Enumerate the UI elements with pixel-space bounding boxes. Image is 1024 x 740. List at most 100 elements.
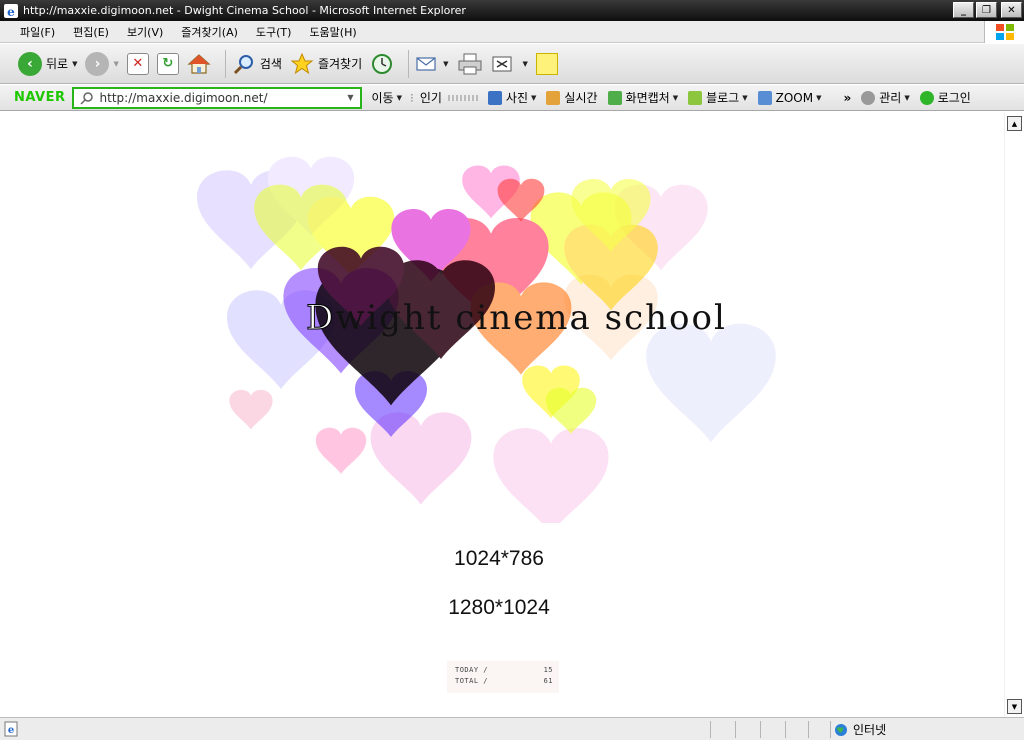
resolution-link-1280[interactable]: 1280*1024 — [399, 596, 599, 620]
history-icon — [372, 53, 393, 74]
menu-edit[interactable]: 편집(E) — [73, 24, 109, 40]
gear-icon — [861, 90, 876, 105]
forward-dropdown-icon[interactable]: ▼ — [113, 60, 118, 68]
stop-button[interactable]: ✕ — [126, 52, 149, 75]
forward-arrow-icon: › — [85, 51, 110, 76]
popular-ticker — [447, 94, 478, 101]
realtime-button[interactable]: 실시간 — [546, 89, 598, 106]
history-button[interactable] — [370, 52, 394, 76]
restore-button[interactable]: ❐ — [976, 2, 997, 18]
total-value: 61 — [543, 677, 553, 685]
scroll-up-button[interactable]: ▲ — [1007, 116, 1022, 131]
popular-button[interactable]: ⁝ 인기 — [410, 89, 478, 106]
chevron-down-icon: ▼ — [531, 93, 537, 102]
status-cell — [830, 720, 831, 738]
total-label: TOTAL / — [455, 677, 489, 685]
status-cell — [735, 720, 736, 738]
chevron-down-icon: ▼ — [816, 93, 822, 102]
title-bar: e http://maxxie.digimoon.net - Dwight Ci… — [0, 0, 1024, 21]
popular-label: 인기 — [419, 91, 442, 105]
blog-button[interactable]: 블로그 ▼ — [688, 89, 748, 106]
counter-total-row: TOTAL / 61 — [447, 674, 559, 685]
printer-icon — [458, 53, 482, 74]
login-button[interactable]: 로그인 — [919, 89, 971, 106]
menu-favorites[interactable]: 즐겨찾기(A) — [181, 24, 238, 40]
toolbar-separator — [224, 49, 226, 78]
login-icon — [919, 90, 934, 105]
forward-button[interactable]: › ▼ — [85, 51, 119, 76]
search-button[interactable]: 검색 — [232, 52, 282, 76]
magnifier-icon — [79, 91, 93, 105]
svg-text:e: e — [8, 725, 14, 736]
sticky-note-icon — [535, 52, 558, 75]
favorites-label: 즐겨찾기 — [317, 57, 363, 71]
more-button[interactable]: » — [843, 91, 851, 105]
menu-tools[interactable]: 도구(T) — [256, 24, 292, 40]
refresh-icon: ↻ — [156, 52, 179, 75]
back-label: 뒤로 — [46, 57, 69, 71]
menu-help[interactable]: 도움말(H) — [309, 24, 356, 40]
menu-file[interactable]: 파일(F) — [20, 24, 55, 40]
menu-bar: 파일(F) 편집(E) 보기(V) 즐겨찾기(A) 도구(T) 도움말(H) — [0, 21, 1024, 43]
stop-icon: ✕ — [126, 52, 149, 75]
move-label: 이동 — [371, 91, 394, 105]
capture-icon — [607, 90, 622, 105]
security-zone: 인터넷 — [834, 721, 886, 738]
address-dropdown-icon[interactable]: ▼ — [347, 93, 353, 102]
status-cell — [760, 720, 761, 738]
status-cell — [785, 720, 786, 738]
minimize-button[interactable]: _ — [953, 2, 974, 18]
search-icon — [233, 54, 253, 74]
login-label: 로그인 — [937, 91, 971, 105]
vertical-scrollbar[interactable]: ▲ ▼ — [1004, 113, 1023, 717]
edit-dropdown-icon[interactable]: ▼ — [523, 60, 528, 68]
globe-icon — [835, 723, 847, 736]
search-label: 검색 — [259, 57, 282, 71]
back-button[interactable]: ‹ 뒤로 ▼ — [18, 51, 77, 76]
zoom-label: ZOOM — [775, 90, 814, 105]
close-button[interactable]: ✕ — [1001, 2, 1022, 18]
edit-button[interactable]: ▼ — [491, 54, 528, 74]
resolution-link-1024[interactable]: 1024*786 — [399, 547, 599, 571]
photo-button[interactable]: 사진 ▼ — [487, 89, 537, 106]
mail-dropdown-icon[interactable]: ▼ — [443, 60, 448, 68]
print-button[interactable] — [457, 52, 483, 76]
status-cell — [710, 720, 711, 738]
back-arrow-icon: ‹ — [18, 51, 42, 76]
address-bar[interactable]: http://maxxie.digimoon.net/ ▼ — [71, 86, 362, 109]
ie-icon: e — [4, 3, 18, 19]
capture-label: 화면캡처 — [625, 91, 670, 105]
back-dropdown-icon[interactable]: ▼ — [72, 60, 77, 68]
refresh-button[interactable]: ↻ — [156, 52, 179, 75]
zoom-icon — [757, 90, 772, 105]
star-icon — [290, 52, 314, 74]
naver-logo[interactable]: NAVER — [14, 90, 66, 105]
windows-logo-icon — [984, 21, 1024, 43]
notes-button[interactable] — [535, 52, 558, 75]
realtime-label: 실시간 — [564, 91, 598, 105]
menu-view[interactable]: 보기(V) — [127, 24, 163, 40]
svg-text:e: e — [7, 5, 15, 19]
address-input[interactable]: http://maxxie.digimoon.net/ — [100, 91, 268, 105]
scroll-down-button[interactable]: ▼ — [1007, 699, 1022, 714]
status-cell — [808, 720, 809, 738]
mail-icon — [416, 56, 436, 71]
favorites-button[interactable]: 즐겨찾기 — [290, 52, 362, 76]
mail-button[interactable]: ▼ — [415, 53, 449, 75]
manage-button[interactable]: 관리 ▼ — [861, 89, 910, 106]
grip-icon: ⁝ — [410, 90, 414, 105]
move-button[interactable]: 이동 ▼ — [372, 89, 402, 106]
home-button[interactable] — [187, 52, 211, 76]
blog-icon — [688, 90, 703, 105]
realtime-icon — [546, 90, 561, 105]
window-controls: _ ❐ ✕ — [953, 2, 1022, 18]
capture-button[interactable]: 화면캡처 ▼ — [607, 89, 678, 106]
chevron-down-icon: ▼ — [396, 93, 402, 102]
counter-today-row: TODAY / 15 — [447, 661, 559, 674]
today-label: TODAY / — [455, 666, 489, 674]
toolbar-separator — [408, 49, 410, 78]
zoom-button[interactable]: ZOOM ▼ — [757, 90, 822, 105]
standard-toolbar: ‹ 뒤로 ▼ › ▼ ✕ ↻ 검색 즐겨찾기 ▼ ▼ — [0, 44, 1024, 84]
photo-label: 사진 — [505, 91, 529, 105]
status-bar: e 인터넷 — [0, 717, 1024, 740]
